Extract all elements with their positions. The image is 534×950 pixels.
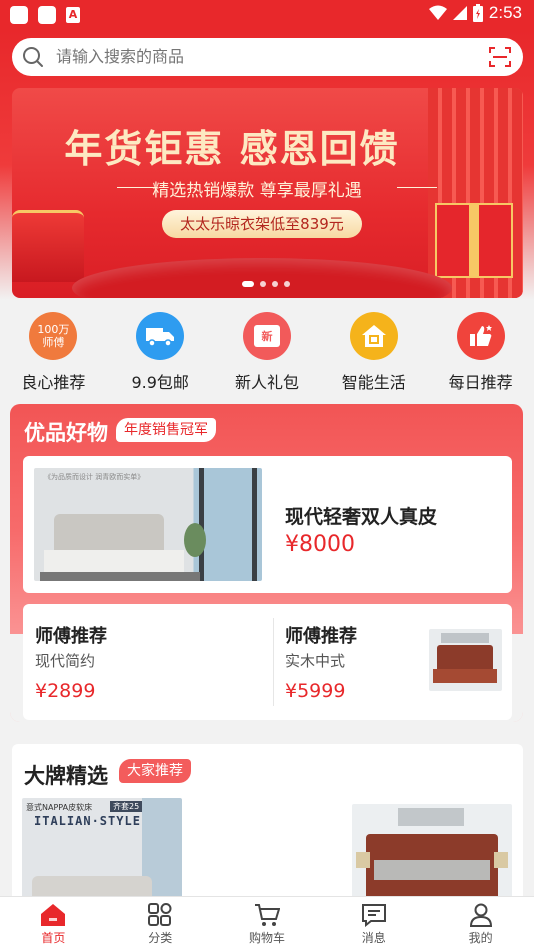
section-title: 大牌精选 <box>24 764 108 788</box>
recommend-title: 师傅推荐 <box>285 626 357 647</box>
wifi-icon <box>428 5 447 20</box>
home-icon <box>41 904 66 926</box>
carousel-indicator <box>242 281 290 287</box>
quick-nav-item-free-shipping[interactable]: 9.9包邮 <box>107 312 213 397</box>
tab-messages[interactable]: 消息 <box>320 897 427 950</box>
divider <box>273 618 274 706</box>
category-grid-icon <box>148 903 172 926</box>
product-title: 现代轻奢双人真皮 <box>285 506 438 528</box>
tab-label: 首页 <box>41 931 66 945</box>
carousel-dot <box>260 281 266 287</box>
recommend-card: 师傅推荐 现代简约 ¥2899 师傅推荐 实木中式 ¥5999 <box>23 604 512 720</box>
promo-banner[interactable]: 年货钜惠 感恩回馈 精选热销爆款 尊享最厚礼遇 太太乐晾衣架低至839元 <box>12 88 523 298</box>
featured-product-card[interactable]: 《为品质而设计 润青欧而实单》 现代轻奢双人真皮 ¥8000 <box>23 456 512 593</box>
battery-icon <box>472 4 483 22</box>
product-image: 《为品质而设计 润青欧而实单》 <box>34 468 262 581</box>
tab-label: 我的 <box>468 931 493 945</box>
quick-nav-label: 良心推荐 <box>21 373 86 392</box>
status-bar: A 2:53 <box>0 0 534 30</box>
tab-cart[interactable]: 购物车 <box>214 897 321 950</box>
tab-label: 分类 <box>148 931 173 945</box>
recommend-title: 师傅推荐 <box>35 626 107 647</box>
search-input[interactable] <box>56 38 456 76</box>
thumbs-up-icon <box>456 312 505 360</box>
quick-nav-item-newcomer[interactable]: 新 新人礼包 <box>214 312 320 397</box>
tab-category[interactable]: 分类 <box>107 897 214 950</box>
recommend-subtitle: 现代简约 <box>35 652 96 670</box>
quick-nav-item-daily[interactable]: 每日推荐 <box>428 312 534 397</box>
notification-icon <box>10 6 28 24</box>
tab-profile[interactable]: 我的 <box>427 897 534 950</box>
product-price: ¥8000 <box>285 532 355 557</box>
gift-icon: 新 <box>242 312 291 360</box>
carousel-dot <box>272 281 278 287</box>
gift-box-illustration <box>435 203 513 278</box>
app-notification-icon: A <box>66 7 80 23</box>
product-image <box>429 629 502 691</box>
divider <box>397 187 437 188</box>
recommend-price: ¥5999 <box>285 680 346 702</box>
quick-nav-item-conscience[interactable]: 100万 师傅 良心推荐 <box>0 312 106 397</box>
carousel-dot <box>284 281 290 287</box>
master-badge-icon: 100万 师傅 <box>29 312 78 360</box>
scan-icon[interactable] <box>489 47 511 67</box>
tab-label: 购物车 <box>248 931 285 945</box>
smart-home-icon <box>349 312 398 360</box>
quick-nav: 100万 师傅 良心推荐 9.9包邮 新 新人礼包 智能生活 每日推荐 <box>0 312 534 397</box>
quick-nav-label: 新人礼包 <box>234 373 299 392</box>
bottom-tab-bar: 首页 分类 购物车 消息 我的 <box>0 896 534 950</box>
banner-title: 年货钜惠 感恩回馈 <box>64 126 400 171</box>
tab-label: 消息 <box>361 931 386 945</box>
banner-stage <box>72 258 452 298</box>
recommend-subtitle: 实木中式 <box>285 652 346 670</box>
section-badge: 大家推荐 <box>119 759 191 783</box>
quick-nav-label: 9.9包邮 <box>131 373 189 392</box>
tab-home[interactable]: 首页 <box>0 897 107 950</box>
brand-section: 大牌精选 大家推荐 意式NAPPA皮软床 齐套25 ITALIAN·STYLE <box>12 744 523 904</box>
recommend-price: ¥2899 <box>35 680 96 702</box>
clock: 2:53 <box>488 3 522 22</box>
quick-nav-label: 智能生活 <box>341 373 406 392</box>
truck-icon <box>136 312 185 360</box>
carousel-dot-active <box>242 281 254 287</box>
section-title: 优品好物 <box>24 421 108 445</box>
profile-icon <box>469 903 492 927</box>
search-icon <box>23 47 43 67</box>
banner-decoration <box>12 210 84 282</box>
message-icon <box>361 904 386 927</box>
section-badge: 年度销售冠军 <box>116 418 216 442</box>
notification-icon <box>38 6 56 24</box>
product-image[interactable]: 意式NAPPA皮软床 齐套25 ITALIAN·STYLE <box>22 798 182 904</box>
cart-icon <box>254 904 280 926</box>
quick-nav-item-smart-life[interactable]: 智能生活 <box>321 312 427 397</box>
banner-promo: 太太乐晾衣架低至839元 <box>162 210 362 238</box>
product-image[interactable] <box>352 804 512 904</box>
search-bar[interactable] <box>12 38 523 76</box>
quick-nav-label: 每日推荐 <box>448 373 513 392</box>
banner-subtitle: 精选热销爆款 尊享最厚礼遇 <box>152 181 362 201</box>
signal-icon <box>452 6 467 20</box>
